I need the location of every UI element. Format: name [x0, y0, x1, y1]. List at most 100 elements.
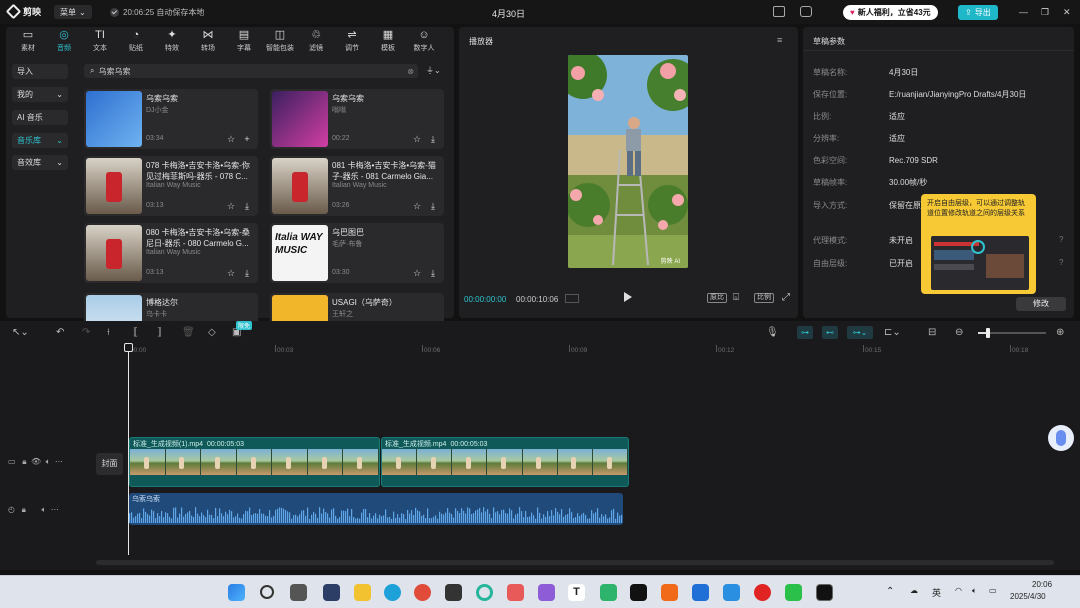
layout-icon[interactable]: [773, 6, 785, 17]
sidebar-item-0[interactable]: 导入: [12, 64, 68, 79]
select-tool-icon[interactable]: ↖⌄: [12, 327, 29, 338]
ratio-button[interactable]: 比例: [754, 293, 774, 303]
fullscreen-icon[interactable]: ⤢: [782, 292, 790, 303]
preview-axis-icon[interactable]: ⊏⌄: [884, 327, 901, 338]
redo-icon[interactable]: ↷: [82, 327, 90, 338]
volume-icon[interactable]: 🔈︎: [972, 586, 977, 596]
clock-date[interactable]: 2025/4/30: [1010, 592, 1046, 601]
zoom-out-icon[interactable]: ⊖: [955, 327, 963, 338]
microphone-icon[interactable]: 🎙︎: [766, 327, 779, 338]
add-icon[interactable]: +: [242, 134, 252, 144]
tab-1[interactable]: ◎ 音频: [46, 29, 82, 53]
minimize-icon[interactable]: —: [1019, 7, 1028, 17]
app-icon[interactable]: [692, 584, 709, 601]
app-icon[interactable]: [538, 584, 555, 601]
favorite-star-icon[interactable]: ☆: [226, 268, 236, 278]
linkage-icon[interactable]: ⊶⌄: [847, 326, 873, 339]
play-button[interactable]: [624, 292, 632, 302]
lock-icon[interactable]: 🔒︎: [22, 505, 26, 514]
export-button[interactable]: ⇪ 导出: [958, 5, 998, 20]
favorite-star-icon[interactable]: ☆: [226, 201, 236, 211]
tab-6[interactable]: ▤ 字幕: [226, 29, 262, 53]
favorite-star-icon[interactable]: ☆: [412, 134, 422, 144]
zoom-in-icon[interactable]: ⊕: [1056, 327, 1064, 338]
download-icon[interactable]: ⤓: [428, 268, 438, 278]
sidebar-item-2[interactable]: AI 音乐: [12, 110, 68, 125]
capcut-taskbar-icon[interactable]: [816, 584, 833, 601]
clear-icon[interactable]: ⊗: [407, 67, 414, 76]
screenshot-icon[interactable]: ⌺: [733, 292, 739, 303]
split-right-icon[interactable]: ⟧: [157, 327, 162, 338]
assistant-float-button[interactable]: [1048, 425, 1074, 451]
search-icon[interactable]: [260, 585, 274, 599]
help-icon[interactable]: ?: [1059, 235, 1063, 244]
task-view-icon[interactable]: [290, 584, 307, 601]
file-explorer-icon[interactable]: [354, 584, 371, 601]
playhead[interactable]: [128, 345, 129, 555]
tab-7[interactable]: ◫ 智能包装: [262, 29, 298, 53]
app-icon[interactable]: [723, 584, 740, 601]
music-card[interactable]: 乌索乌索 DJ小金 03:34 ☆ +: [84, 89, 258, 149]
video-clip[interactable]: 标准_生成视频(1).mp4 00:00:05:03: [129, 437, 380, 487]
modify-button[interactable]: 修改: [1016, 297, 1066, 311]
netease-music-icon[interactable]: [754, 584, 771, 601]
menu-button[interactable]: 菜单 ⌄: [54, 5, 92, 19]
music-card[interactable]: 乌索乌索 嗡嗡 00:22 ☆ ⤓: [270, 89, 444, 149]
edge-icon[interactable]: [384, 584, 401, 601]
video-clip[interactable]: 标准_生成视频.mp4 00:00:05:03: [381, 437, 629, 487]
music-card[interactable]: Italia WAY MUSIC 乌巴图巴 毛萨·布鲁 03:30 ☆ ⤓: [270, 223, 444, 283]
cloud-icon[interactable]: ☁︎: [910, 586, 918, 595]
audio-icon[interactable]: 🔈︎: [46, 457, 51, 466]
full-ratio-button[interactable]: 原比: [707, 293, 727, 303]
lock-icon[interactable]: 🔒︎: [22, 457, 26, 466]
maximize-icon[interactable]: ❐: [1041, 7, 1049, 18]
audio-icon[interactable]: 🔈︎: [41, 505, 46, 514]
music-card[interactable]: 078 卡梅洛•吉安卡洛•乌索-你见过梅菲斯吗-器乐 - 078 C... Ita…: [84, 156, 258, 216]
sidebar-item-1[interactable]: 我的 ⌄: [12, 87, 68, 102]
main-track-magnet-icon[interactable]: ⊶: [797, 326, 813, 339]
tab-5[interactable]: ⋈ 转场: [190, 29, 226, 53]
sidebar-item-3[interactable]: 音乐库 ⌄: [12, 133, 68, 148]
app-icon[interactable]: [445, 584, 462, 601]
app-icon[interactable]: [507, 584, 524, 601]
marker-icon[interactable]: ◇: [208, 327, 216, 338]
close-icon[interactable]: ✕: [1063, 7, 1071, 18]
music-card[interactable]: 080 卡梅洛•吉安卡洛•乌索-桑尼日-器乐 - 080 Carmelo G..…: [84, 223, 258, 283]
split-icon[interactable]: ⟊: [107, 327, 110, 338]
sidebar-item-4[interactable]: 音效库 ⌄: [12, 155, 68, 170]
music-card[interactable]: 081 卡梅洛•吉安卡洛•乌索-猫子-器乐 - 081 Carmelo Gia.…: [270, 156, 444, 216]
delete-icon[interactable]: 🗑︎: [182, 327, 195, 338]
favorite-star-icon[interactable]: ☆: [226, 134, 236, 144]
monitor-icon[interactable]: [800, 6, 812, 17]
chrome-icon[interactable]: [414, 584, 431, 601]
tab-4[interactable]: ✦ 特效: [154, 29, 190, 53]
tab-0[interactable]: ▭ 素材: [10, 29, 46, 53]
more-icon[interactable]: ⋯: [55, 457, 63, 466]
clock-time[interactable]: 20:06: [1032, 580, 1052, 589]
search-input[interactable]: ⌕ 乌索乌索 ⊗: [84, 64, 418, 78]
fit-timeline-icon[interactable]: ⊟: [928, 327, 936, 338]
tab-11[interactable]: ☺ 数字人: [406, 29, 442, 53]
wifi-icon[interactable]: ◠: [955, 586, 962, 595]
visibility-icon[interactable]: 👁︎: [31, 457, 41, 466]
chevron-up-icon[interactable]: ⌃: [886, 586, 894, 597]
time-ruler[interactable]: 00:00 00:03 00:06 00:09 00:12 00:15 00:18: [128, 345, 1080, 357]
favorite-star-icon[interactable]: ☆: [412, 201, 422, 211]
auto-snap-icon[interactable]: ⊷: [822, 326, 838, 339]
battery-icon[interactable]: ▭: [989, 586, 997, 595]
typora-icon[interactable]: T: [568, 584, 585, 601]
app-icon[interactable]: [600, 584, 617, 601]
undo-icon[interactable]: ↶: [56, 327, 64, 338]
split-left-icon[interactable]: ⟦: [133, 327, 138, 338]
playhead-handle[interactable]: [124, 343, 133, 352]
tab-3[interactable]: ◔ 贴纸: [118, 29, 154, 53]
tab-9[interactable]: ⇌ 调节: [334, 29, 370, 53]
zoom-slider-handle[interactable]: [986, 328, 990, 338]
wechat-icon[interactable]: [785, 584, 802, 601]
horizontal-scrollbar[interactable]: [96, 560, 1054, 565]
ime-indicator[interactable]: 英: [932, 586, 941, 599]
tab-2[interactable]: TI 文本: [82, 29, 118, 53]
promo-button[interactable]: ♥ 新人福利，立省43元: [843, 5, 938, 20]
more-icon[interactable]: ⋯: [51, 505, 59, 514]
tab-10[interactable]: ▦ 模板: [370, 29, 406, 53]
